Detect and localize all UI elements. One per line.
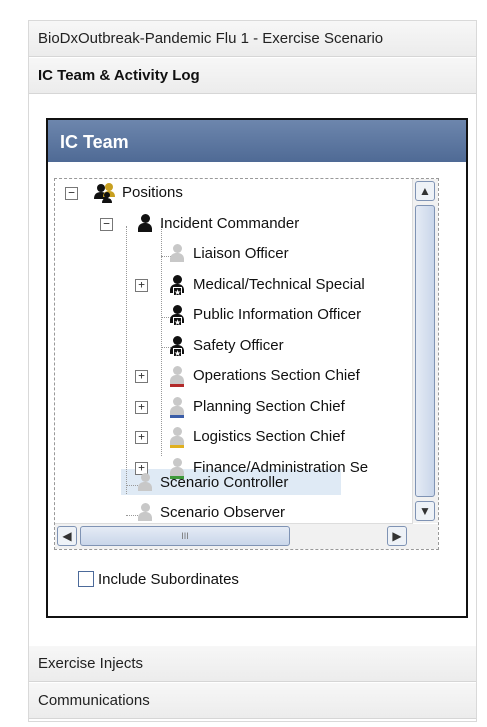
tree-node-label: Logistics Section Chief [193,428,345,445]
tree-node-label: Positions [122,184,183,201]
vertical-scrollbar[interactable]: ▲ ▼ [412,179,438,523]
person-icon [170,427,184,449]
ic-team-panel: IC Team − Positions − Incident Commander… [46,118,468,618]
scroll-left-icon[interactable]: ◀ [57,526,77,546]
person-icon [170,244,184,266]
person-icon [170,366,184,388]
person-icon: ★ [170,336,184,358]
person-icon [138,503,152,525]
accordion: BioDxOutbreak-Pandemic Flu 1 - Exercise … [28,20,477,722]
person-icon [170,397,184,419]
plus-box-icon[interactable]: + [135,279,148,292]
accordion-header-exercise-injects[interactable]: Exercise Injects [29,646,476,682]
plus-box-icon[interactable]: + [135,370,148,383]
tree-node-label: Public Information Officer [193,306,362,323]
person-icon: ★ [170,275,184,297]
tree-node-label: Incident Commander [160,215,300,232]
scroll-up-icon[interactable]: ▲ [415,181,435,201]
include-subordinates-label: Include Subordinates [98,571,239,588]
people-group-icon [93,182,117,204]
positions-tree: − Positions − Incident Commander Liaison… [54,178,439,550]
tree-node-label: Liaison Officer [193,245,289,262]
scroll-right-icon[interactable]: ▶ [387,526,407,546]
scrollbar-corner [413,524,438,549]
person-icon [138,214,152,236]
tree-node-label: Operations Section Chief [193,367,360,384]
plus-box-icon[interactable]: + [135,401,148,414]
accordion-header-communications[interactable]: Communications [29,683,476,719]
accordion-header-ic-team[interactable]: IC Team & Activity Log [29,58,476,94]
tree-node-label: Medical/Technical Special [193,276,365,293]
accordion-header-exercise-scenario[interactable]: BioDxOutbreak-Pandemic Flu 1 - Exercise … [29,21,476,57]
scroll-down-icon[interactable]: ▼ [415,501,435,521]
panel-title: IC Team [48,120,466,162]
horizontal-scroll-thumb[interactable]: III [80,526,290,546]
plus-box-icon[interactable]: + [135,431,148,444]
tree-line [126,226,127,494]
horizontal-scrollbar[interactable]: ◀ III ▶ [55,523,413,549]
tree-node-label: Planning Section Chief [193,398,345,415]
tree-node-label: Safety Officer [193,337,284,354]
person-icon [138,473,152,495]
person-icon: ★ [170,305,184,327]
include-subordinates-checkbox[interactable] [78,571,94,587]
vertical-scroll-thumb[interactable] [415,205,435,497]
tree-line [161,226,162,456]
accordion-content-ic-team: IC Team − Positions − Incident Commander… [29,96,476,646]
minus-box-icon[interactable]: − [65,187,78,200]
tree-node-label: Scenario Controller [160,474,289,491]
minus-box-icon[interactable]: − [100,218,113,231]
